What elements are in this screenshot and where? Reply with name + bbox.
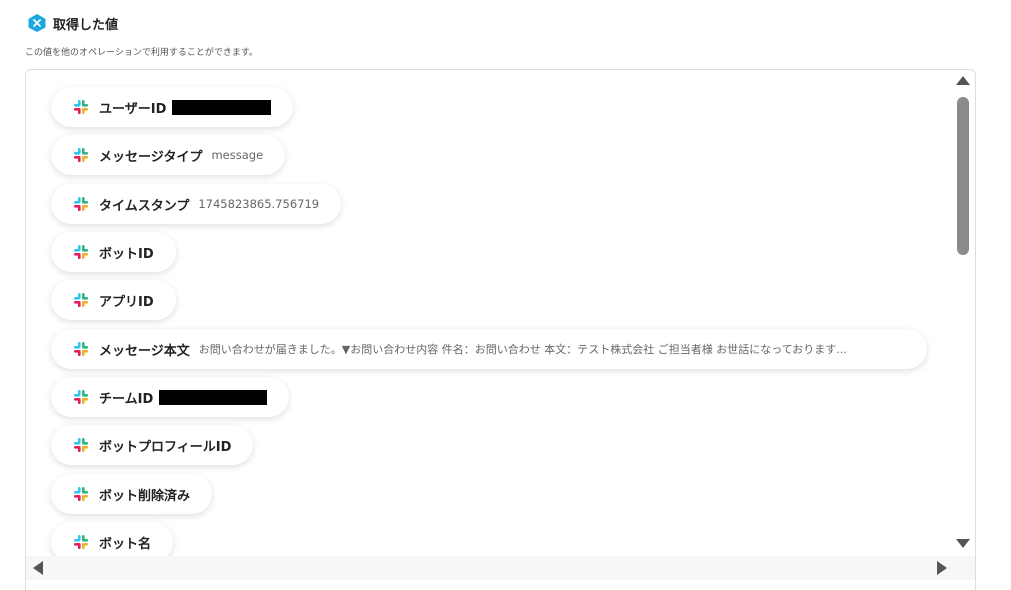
slack-icon [74, 245, 88, 259]
scroll-right-arrow-icon[interactable] [937, 561, 947, 575]
value-text: 1745823865.756719 [198, 197, 320, 211]
slack-icon [74, 390, 88, 404]
value-item-bot-id[interactable]: ボットID [51, 232, 176, 272]
value-label: メッセージタイプ [99, 149, 203, 165]
values-panel: ユーザーID メッセージタイプ message タイムスタンプ 17458238… [25, 69, 976, 590]
value-item-bot-name[interactable]: ボット名 [51, 522, 174, 556]
slack-icon [74, 197, 88, 211]
scroll-down-arrow-icon[interactable] [956, 539, 970, 548]
vertical-scrollbar[interactable] [955, 70, 971, 556]
scrollbar-thumb[interactable] [957, 97, 969, 255]
slack-icon [74, 487, 88, 501]
scroll-up-arrow-icon[interactable] [956, 76, 970, 85]
value-item-bot-profile-id[interactable]: ボットプロフィールID [51, 425, 254, 465]
value-label: タイムスタンプ [99, 198, 190, 214]
slack-icon [74, 293, 88, 307]
value-label: ボット名 [99, 536, 152, 552]
value-text: お問い合わせが届きました。▼お問い合わせ内容 件名：お問い合わせ 本文：テスト株… [198, 343, 847, 356]
value-item-message-body[interactable]: メッセージ本文 お問い合わせが届きました。▼お問い合わせ内容 件名：お問い合わせ… [51, 329, 927, 369]
value-label: ボット削除済み [99, 488, 191, 504]
slack-icon [74, 438, 88, 452]
value-item-timestamp[interactable]: タイムスタンプ 1745823865.756719 [51, 184, 342, 224]
value-label: ボットプロフィールID [99, 439, 232, 455]
value-item-team-id[interactable]: チームID [51, 377, 290, 417]
redacted-value [172, 99, 272, 115]
value-label: ボットID [99, 246, 154, 262]
yoom-logo-icon [28, 14, 46, 32]
scroll-left-arrow-icon[interactable] [33, 561, 43, 575]
slack-icon [74, 342, 88, 356]
header: 取得した値 [27, 13, 118, 33]
value-label: チームID [99, 391, 154, 407]
value-item-user-id[interactable]: ユーザーID [51, 87, 294, 127]
value-label: ユーザーID [99, 101, 167, 117]
slack-icon [74, 148, 88, 162]
value-label: アプリID [99, 294, 154, 310]
value-item-app-id[interactable]: アプリID [51, 280, 176, 320]
values-list: ユーザーID メッセージタイプ message タイムスタンプ 17458238… [26, 70, 951, 556]
section-description: この値を他のオペレーションで利用することができます。 [25, 48, 258, 58]
value-item-message-type[interactable]: メッセージタイプ message [51, 135, 286, 175]
slack-icon [74, 100, 88, 114]
value-item-bot-deleted[interactable]: ボット削除済み [51, 474, 213, 514]
section-title: 取得した値 [53, 17, 119, 33]
value-text: message [211, 148, 264, 162]
value-label: メッセージ本文 [99, 343, 190, 359]
horizontal-scrollbar[interactable] [26, 556, 975, 580]
redacted-value [159, 389, 268, 405]
slack-icon [74, 535, 88, 549]
